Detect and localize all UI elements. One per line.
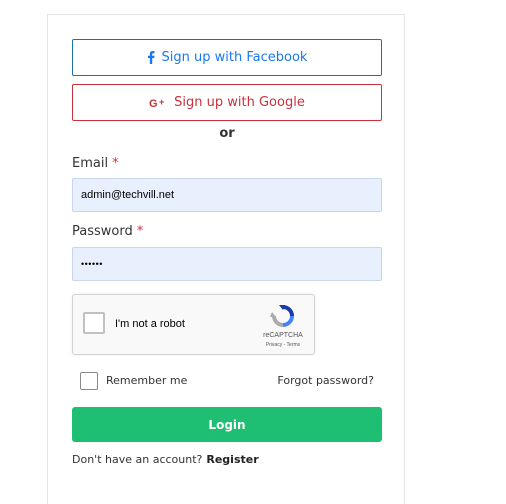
email-label: Email * bbox=[72, 156, 119, 171]
login-button[interactable]: Login bbox=[72, 407, 382, 442]
google-signup-label: Sign up with Google bbox=[174, 95, 305, 110]
register-prompt: Don't have an account? Register bbox=[72, 453, 259, 466]
remember-me-checkbox[interactable] bbox=[80, 372, 98, 390]
email-value: admin@techvill.net bbox=[81, 189, 175, 201]
password-field[interactable]: •••••• bbox=[72, 247, 382, 281]
facebook-signup-label: Sign up with Facebook bbox=[161, 50, 308, 65]
login-button-label: Login bbox=[208, 417, 246, 432]
recaptcha-brand: reCAPTCHA bbox=[263, 332, 303, 339]
google-plus-icon: G + bbox=[149, 97, 167, 109]
required-marker: * bbox=[136, 224, 144, 239]
facebook-icon bbox=[147, 51, 155, 64]
facebook-signup-button[interactable]: Sign up with Facebook bbox=[72, 39, 382, 76]
google-signup-button[interactable]: G + Sign up with Google bbox=[72, 84, 382, 121]
forgot-password-link[interactable]: Forgot password? bbox=[277, 374, 374, 387]
recaptcha-privacy-terms[interactable]: Privacy - Terms bbox=[253, 342, 313, 348]
recaptcha-label: I'm not a robot bbox=[115, 318, 185, 330]
remember-me-label: Remember me bbox=[106, 374, 188, 387]
recaptcha-icon bbox=[268, 303, 298, 329]
password-value: •••••• bbox=[81, 259, 103, 269]
email-field[interactable]: admin@techvill.net bbox=[72, 178, 382, 212]
password-label: Password * bbox=[72, 224, 143, 239]
register-prompt-text: Don't have an account? bbox=[72, 453, 203, 466]
recaptcha-checkbox[interactable] bbox=[83, 312, 105, 334]
register-link[interactable]: Register bbox=[206, 453, 258, 466]
password-label-text: Password bbox=[72, 224, 133, 239]
svg-text:+: + bbox=[159, 97, 164, 107]
recaptcha-widget: I'm not a robot reCAPTCHA Privacy - Term… bbox=[72, 294, 315, 355]
required-marker: * bbox=[112, 156, 119, 171]
or-divider: or bbox=[219, 126, 235, 141]
email-label-text: Email bbox=[72, 156, 109, 171]
svg-text:G: G bbox=[149, 98, 158, 109]
